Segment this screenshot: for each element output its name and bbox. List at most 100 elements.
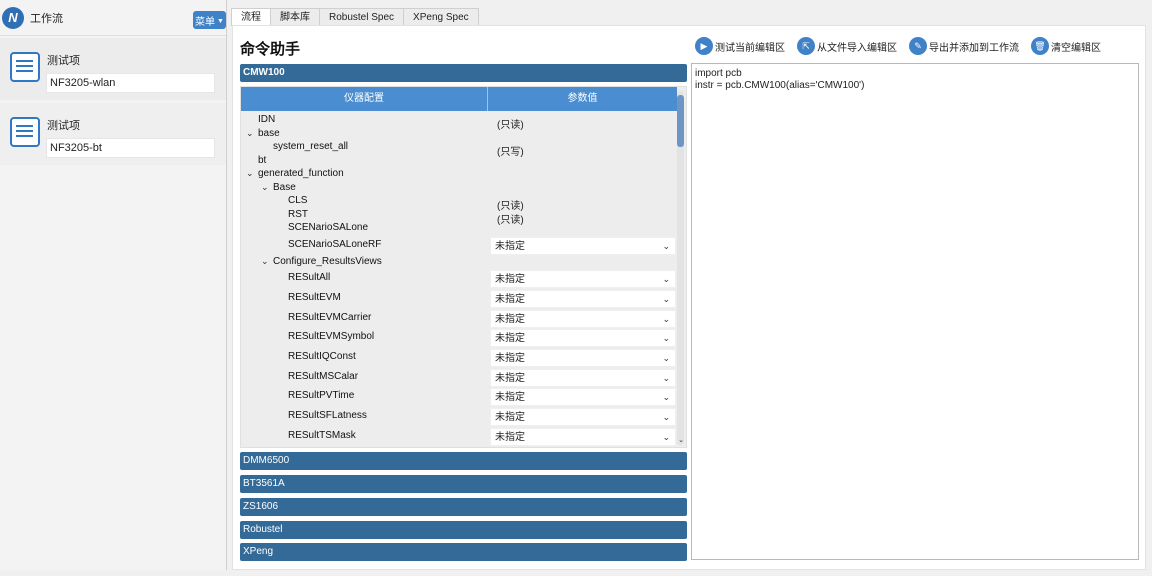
param-select[interactable]: 未指定 ⌄	[490, 329, 676, 347]
tab-script-library[interactable]: 脚本库	[270, 8, 320, 26]
tree-node[interactable]: RESultAll	[288, 272, 330, 283]
chevron-down-icon[interactable]: ⌄	[246, 168, 254, 179]
param-select[interactable]: 未指定 ⌄	[490, 237, 676, 255]
param-select[interactable]: 未指定 ⌄	[490, 369, 676, 387]
list-icon	[10, 117, 40, 147]
param-select-value: 未指定	[495, 353, 525, 364]
play-icon: ▶	[695, 37, 713, 55]
tree-node[interactable]: IDN	[258, 114, 275, 125]
tree-node[interactable]: RESultEVM	[288, 292, 341, 303]
editor-toolbar: ▶ 测试当前编辑区 ⇱ 从文件导入编辑区 ✎ 导出并添加到工作流 🗑 清空编辑区	[695, 37, 1113, 55]
tree-scrollbar[interactable]	[677, 91, 684, 445]
import-file-label: 从文件导入编辑区	[817, 42, 897, 54]
workflow-item[interactable]: 测试项 NF3205-bt	[0, 103, 226, 165]
app-logo-icon: N	[2, 6, 24, 29]
chevron-down-icon: ⌄	[662, 432, 670, 442]
param-select-value: 未指定	[495, 432, 525, 443]
chevron-down-icon: ⌄	[662, 314, 670, 324]
import-file-button[interactable]: ⇱ 从文件导入编辑区	[797, 37, 897, 55]
param-select-value: 未指定	[495, 373, 525, 384]
chevron-down-icon: ⌄	[662, 333, 670, 343]
chevron-down-icon[interactable]: ⌄	[261, 182, 269, 193]
tree-node[interactable]: RESultSFLatness	[288, 410, 367, 421]
tree-node[interactable]: SCENarioSALoneRF	[288, 239, 381, 250]
workflow-item-name-field[interactable]: NF3205-wlan	[46, 73, 215, 93]
chevron-down-icon[interactable]: ⌄	[246, 128, 254, 139]
instrument-config-tree: 仪器配置 参数值 IDN (只读) ⌄ base system_reset_al…	[240, 86, 687, 448]
menu-button-label: 菜单	[195, 16, 216, 28]
chevron-down-icon[interactable]: ⌄	[261, 256, 269, 267]
export-to-workflow-label: 导出并添加到工作流	[929, 42, 1019, 54]
tree-node[interactable]: RESultMSCalar	[288, 371, 358, 382]
code-line: import pcb	[695, 68, 742, 79]
tree-node-value: (只读)	[497, 201, 524, 212]
param-select-value: 未指定	[495, 274, 525, 285]
workflow-item-label: 测试项	[47, 120, 80, 132]
chevron-down-icon: ⌄	[662, 274, 670, 284]
instrument-header-bt3561a[interactable]: BT3561A	[240, 475, 687, 493]
scrollbar-thumb[interactable]	[677, 95, 684, 147]
chevron-down-icon: ⌄	[662, 373, 670, 383]
instrument-header-xpeng[interactable]: XPeng	[240, 543, 687, 561]
test-editor-button[interactable]: ▶ 测试当前编辑区	[695, 37, 785, 55]
param-select[interactable]: 未指定 ⌄	[490, 349, 676, 367]
chevron-down-icon: ⌄	[662, 392, 670, 402]
clear-editor-label: 清空编辑区	[1051, 42, 1101, 54]
tree-node[interactable]: generated_function	[258, 168, 344, 179]
param-select-value: 未指定	[495, 412, 525, 423]
list-icon	[10, 52, 40, 82]
tree-node[interactable]: RESultIQConst	[288, 351, 356, 362]
instrument-header-dmm6500[interactable]: DMM6500	[240, 452, 687, 470]
scroll-down-icon[interactable]: ⌄	[678, 436, 684, 444]
code-line: instr = pcb.CMW100(alias='CMW100')	[695, 80, 865, 91]
param-select[interactable]: 未指定 ⌄	[490, 290, 676, 308]
tree-node[interactable]: SCENarioSALone	[288, 222, 368, 233]
tree-node[interactable]: system_reset_all	[273, 141, 348, 152]
export-to-workflow-button[interactable]: ✎ 导出并添加到工作流	[909, 37, 1019, 55]
param-select[interactable]: 未指定 ⌄	[490, 428, 676, 446]
tree-node-value: (只读)	[497, 215, 524, 226]
menu-button[interactable]: 菜单 ▼	[193, 11, 226, 29]
tree-node[interactable]: CLS	[288, 195, 307, 206]
clear-editor-button[interactable]: 🗑 清空编辑区	[1031, 37, 1101, 55]
tree-node[interactable]: RESultPVTime	[288, 390, 354, 401]
chevron-down-icon: ⌄	[662, 241, 670, 251]
param-select[interactable]: 未指定 ⌄	[490, 310, 676, 328]
tree-node-value: (只写)	[497, 147, 524, 158]
param-select[interactable]: 未指定 ⌄	[490, 270, 676, 288]
tree-node[interactable]: RESultTSMask	[288, 430, 356, 441]
workflow-item[interactable]: 测试项 NF3205-wlan	[0, 38, 226, 100]
tree-node-value: (只读)	[497, 120, 524, 131]
workflow-item-name-field[interactable]: NF3205-bt	[46, 138, 215, 158]
chevron-down-icon: ▼	[217, 18, 224, 25]
instrument-header-cmw100[interactable]: CMW100	[240, 64, 687, 82]
param-select-value: 未指定	[495, 314, 525, 325]
tree-node[interactable]: RESultEVMCarrier	[288, 312, 371, 323]
param-select-value: 未指定	[495, 333, 525, 344]
workflow-item-label: 测试项	[47, 55, 80, 67]
param-select[interactable]: 未指定 ⌄	[490, 408, 676, 426]
instrument-header-zs1606[interactable]: ZS1606	[240, 498, 687, 516]
tree-node[interactable]: Configure_ResultsViews	[273, 256, 382, 267]
tree-node[interactable]: RST	[288, 209, 308, 220]
instrument-header-robustel[interactable]: Robustel	[240, 521, 687, 539]
column-header-config: 仪器配置	[241, 87, 488, 111]
column-header-value: 参数值	[567, 93, 598, 104]
code-editor[interactable]: import pcb instr = pcb.CMW100(alias='CMW…	[691, 63, 1139, 560]
tab-robustel-spec[interactable]: Robustel Spec	[319, 8, 405, 26]
command-assistant-panel: 命令助手 ▶ 测试当前编辑区 ⇱ 从文件导入编辑区 ✎ 导出并添加到工作流 🗑 …	[232, 25, 1146, 570]
tree-node[interactable]: Base	[273, 182, 296, 193]
trash-icon: 🗑	[1031, 37, 1049, 55]
tab-bar: 流程 脚本库 Robustel Spec XPeng Spec	[231, 8, 479, 26]
tab-xpeng-spec[interactable]: XPeng Spec	[403, 8, 479, 26]
tree-node[interactable]: bt	[258, 155, 266, 166]
tab-flow[interactable]: 流程	[231, 8, 271, 26]
param-select-value: 未指定	[495, 392, 525, 403]
chevron-down-icon: ⌄	[662, 353, 670, 363]
tree-node[interactable]: RESultEVMSymbol	[288, 331, 374, 342]
param-select[interactable]: 未指定 ⌄	[490, 388, 676, 406]
tree-node[interactable]: base	[258, 128, 280, 139]
test-editor-label: 测试当前编辑区	[715, 42, 785, 54]
sidebar: N 工作流 菜单 ▼ 测试项 NF3205-wlan 测试项 NF3205-bt	[0, 0, 227, 570]
sidebar-title: 工作流	[30, 12, 63, 25]
